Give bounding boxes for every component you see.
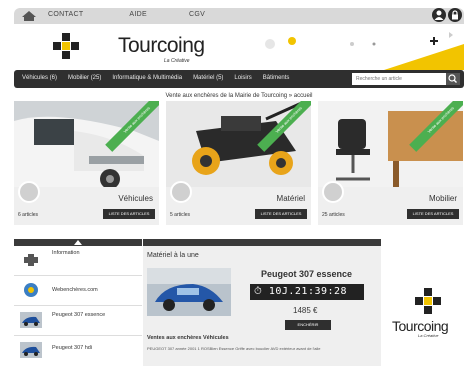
search-icon[interactable] <box>446 73 460 85</box>
category-bubble-icon <box>322 181 344 203</box>
main-nav: Véhicules (6) Mobilier (25) Informatique… <box>14 70 464 88</box>
list-articles-button[interactable]: LISTE DES ARTICLES <box>103 209 155 219</box>
nav-item-vehicules[interactable]: Véhicules (6) <box>22 75 57 81</box>
list-item[interactable]: Webenchères.com <box>14 276 142 306</box>
category-count: 6 articles <box>18 212 39 218</box>
bid-button[interactable]: ENCHÉRIR <box>285 320 331 330</box>
nav-item-materiel[interactable]: Matériel (5) <box>193 75 223 81</box>
category-card-vehicules[interactable]: Vente aux enchères Véhicules 6 articles … <box>14 101 159 225</box>
header: Tourcoing La Créative <box>14 24 464 70</box>
brand-name: Tourcoing <box>118 34 205 57</box>
plus-icon <box>24 254 38 266</box>
featured-car-name: Peugeot 307 essence <box>261 269 353 279</box>
footer-brand-name: Tourcoing <box>392 318 449 334</box>
list-item-label: Webenchères.com <box>52 287 98 293</box>
user-icon[interactable] <box>432 8 446 22</box>
list-item-label: Peugeot 307 essence <box>52 312 106 318</box>
nav-item-informatique[interactable]: Informatique & Multimédia <box>112 75 182 81</box>
category-card-mobilier[interactable]: Vente aux enchères Mobilier 25 articles … <box>318 101 463 225</box>
list-articles-button[interactable]: LISTE DES ARTICLES <box>407 209 459 219</box>
featured-header-bar <box>143 239 381 246</box>
footer-brand-tagline: La Créative <box>418 333 439 338</box>
lock-icon[interactable] <box>448 8 462 22</box>
help-link[interactable]: AIDE <box>129 11 147 18</box>
top-bar: CONTACT AIDE CGV <box>14 8 464 24</box>
category-name[interactable]: Véhicules <box>118 194 153 203</box>
category-name[interactable]: Mobilier <box>429 194 457 203</box>
category-card-materiel[interactable]: Vente aux enchères Matériel 5 articles L… <box>166 101 311 225</box>
current-price: 1485 € <box>293 306 318 315</box>
featured-subheading: Ventes aux enchères Véhicules <box>147 335 229 341</box>
category-bubble-icon <box>18 181 40 203</box>
list-item[interactable]: Peugeot 307 essence <box>14 306 142 336</box>
nav-item-batiments[interactable]: Bâtiments <box>263 75 290 81</box>
sidebar-list: Information Webenchères.com Peugeot 307 … <box>14 239 142 366</box>
logo-icon <box>415 288 441 314</box>
category-name[interactable]: Matériel <box>277 194 305 203</box>
list-item-label: Peugeot 307 hdi <box>52 345 93 351</box>
list-articles-button[interactable]: LISTE DES ARTICLES <box>255 209 307 219</box>
contact-link[interactable]: CONTACT <box>48 11 83 18</box>
logo-icon[interactable] <box>52 32 80 60</box>
car-thumbnail <box>20 342 42 358</box>
header-decoration <box>234 24 464 70</box>
caret-up-icon <box>74 240 82 245</box>
featured-description: PEUGEOT 307 année 2001 1 ROSBlen Essence… <box>147 346 321 351</box>
countdown-timer: ⏱ 10J.21:39:28 <box>250 284 364 300</box>
category-count: 5 articles <box>170 212 191 218</box>
list-item[interactable]: Information <box>14 246 142 276</box>
sidebar-list-header <box>14 239 142 246</box>
webencheres-icon <box>24 283 38 297</box>
nav-item-loisirs[interactable]: Loisirs <box>234 75 251 81</box>
home-icon[interactable] <box>20 10 38 22</box>
category-bubble-icon <box>170 181 192 203</box>
category-count: 25 articles <box>322 212 345 218</box>
brand-tagline: La Créative <box>164 58 190 64</box>
featured-title: Matériel à la une <box>147 252 199 259</box>
featured-item-panel: Matériel à la une Peugeot 307 essence ⏱ … <box>143 239 381 366</box>
list-item-label: Information <box>52 250 80 256</box>
featured-car-photo[interactable] <box>147 268 231 316</box>
list-item[interactable]: Peugeot 307 hdi <box>14 336 142 366</box>
terms-link[interactable]: CGV <box>189 11 205 18</box>
search-input[interactable] <box>352 73 446 85</box>
car-thumbnail <box>20 312 42 328</box>
page: CONTACT AIDE CGV Tourcoing La Créative V… <box>0 0 464 366</box>
nav-item-mobilier[interactable]: Mobilier (25) <box>68 75 101 81</box>
page-subtitle: Vente aux enchères de la Mairie de Tourc… <box>165 93 313 99</box>
